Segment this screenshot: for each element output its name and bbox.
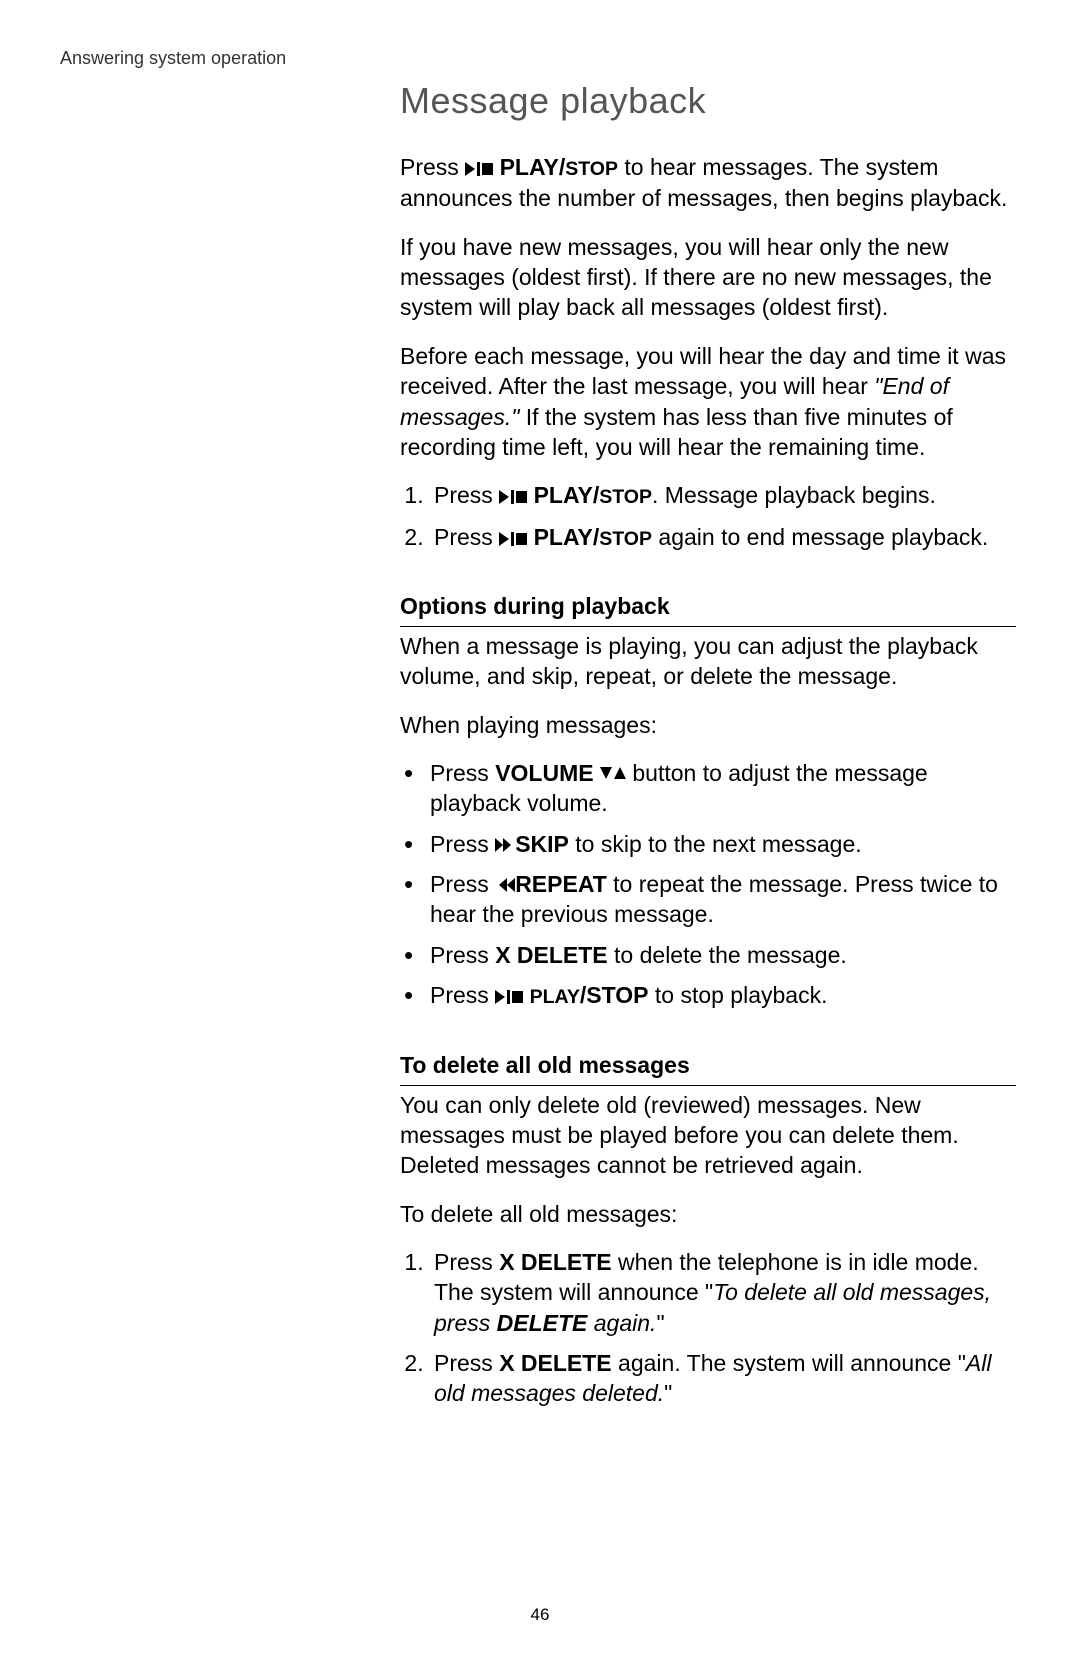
step-item: Press X DELETE again. The system will an… — [430, 1348, 1016, 1409]
text-segment: to stop playback. — [648, 982, 827, 1008]
text-segment: Press — [434, 524, 499, 550]
page-title: Message playback — [400, 80, 1016, 122]
label-x-delete: X DELETE — [495, 942, 607, 968]
label-stop: STOP — [565, 158, 618, 180]
play-stop-icon — [465, 153, 493, 183]
step-item: Press X DELETE when the telephone is in … — [430, 1247, 1016, 1338]
volume-down-up-icon — [600, 760, 626, 786]
text-segment: again. The system will announce " — [612, 1350, 966, 1376]
option-item-repeat: Press REPEAT to repeat the message. Pres… — [430, 869, 1016, 930]
text-segment: Press — [400, 154, 465, 180]
option-item-delete: Press X DELETE to delete the message. — [430, 940, 1016, 970]
para-options-lead: When playing messages: — [400, 710, 1016, 740]
text-segment: " — [656, 1310, 664, 1336]
text-segment: to skip to the next message. — [569, 831, 862, 857]
option-item-playstop: Press PLAY/STOP to stop playback. — [430, 980, 1016, 1011]
para-delete-lead: To delete all old messages: — [400, 1199, 1016, 1229]
text-segment: Press — [434, 1350, 499, 1376]
page-header: Answering system operation — [60, 48, 286, 69]
option-item-skip: Press SKIP to skip to the next message. — [430, 829, 1016, 859]
label-stop: /STOP — [580, 982, 649, 1008]
para-options-intro: When a message is playing, you can adjus… — [400, 631, 1016, 692]
label-play: PLAY/ — [534, 482, 600, 508]
options-list: Press VOLUME button to adjust the messag… — [400, 758, 1016, 1012]
para-delete-intro: You can only delete old (reviewed) messa… — [400, 1090, 1016, 1181]
label-stop: STOP — [599, 528, 652, 550]
label-volume: VOLUME — [495, 760, 593, 786]
text-segment: Press — [434, 482, 499, 508]
label-x-delete: X DELETE — [499, 1350, 611, 1376]
para-intro-1: Press PLAY/STOP to hear messages. The sy… — [400, 152, 1016, 214]
text-segment: " — [664, 1380, 672, 1406]
text-segment: Press — [434, 1249, 499, 1275]
text-segment: . Message playback begins. — [652, 482, 936, 508]
label-skip: SKIP — [515, 831, 569, 857]
step-item: Press PLAY/STOP. Message playback begins… — [430, 480, 1016, 511]
steps-playback: Press PLAY/STOP. Message playback begins… — [400, 480, 1016, 553]
label-play: PLAY/ — [500, 154, 566, 180]
label-stop: STOP — [599, 486, 652, 508]
para-intro-3: Before each message, you will hear the d… — [400, 341, 1016, 462]
play-stop-icon — [499, 481, 527, 511]
step-item: Press PLAY/STOP again to end message pla… — [430, 522, 1016, 553]
section-heading-delete: To delete all old messages — [400, 1052, 1016, 1086]
option-item-volume: Press VOLUME button to adjust the messag… — [430, 758, 1016, 819]
announcement-text: again. — [587, 1310, 656, 1336]
content-area: Message playback Press PLAY/STOP to hear… — [400, 80, 1016, 1427]
label-repeat: REPEAT — [515, 871, 607, 897]
text-segment: Press — [430, 760, 495, 786]
announcement-bold: DELETE — [497, 1310, 588, 1336]
text-segment: Press — [430, 942, 495, 968]
skip-icon — [495, 831, 515, 857]
label-play: PLAY/ — [534, 524, 600, 550]
page-number: 46 — [531, 1605, 550, 1625]
section-heading-options: Options during playback — [400, 593, 1016, 627]
play-stop-icon — [495, 981, 523, 1011]
text-segment: Press — [430, 831, 495, 857]
label-x-delete: X DELETE — [499, 1249, 611, 1275]
text-segment: again to end message playback. — [652, 524, 988, 550]
text-segment: Press — [430, 871, 495, 897]
play-stop-icon — [499, 523, 527, 553]
text-segment: Press — [430, 982, 495, 1008]
text-segment: to delete the message. — [608, 942, 847, 968]
steps-delete: Press X DELETE when the telephone is in … — [400, 1247, 1016, 1409]
repeat-icon — [495, 871, 515, 897]
label-play: PLAY — [530, 986, 580, 1008]
para-intro-2: If you have new messages, you will hear … — [400, 232, 1016, 323]
